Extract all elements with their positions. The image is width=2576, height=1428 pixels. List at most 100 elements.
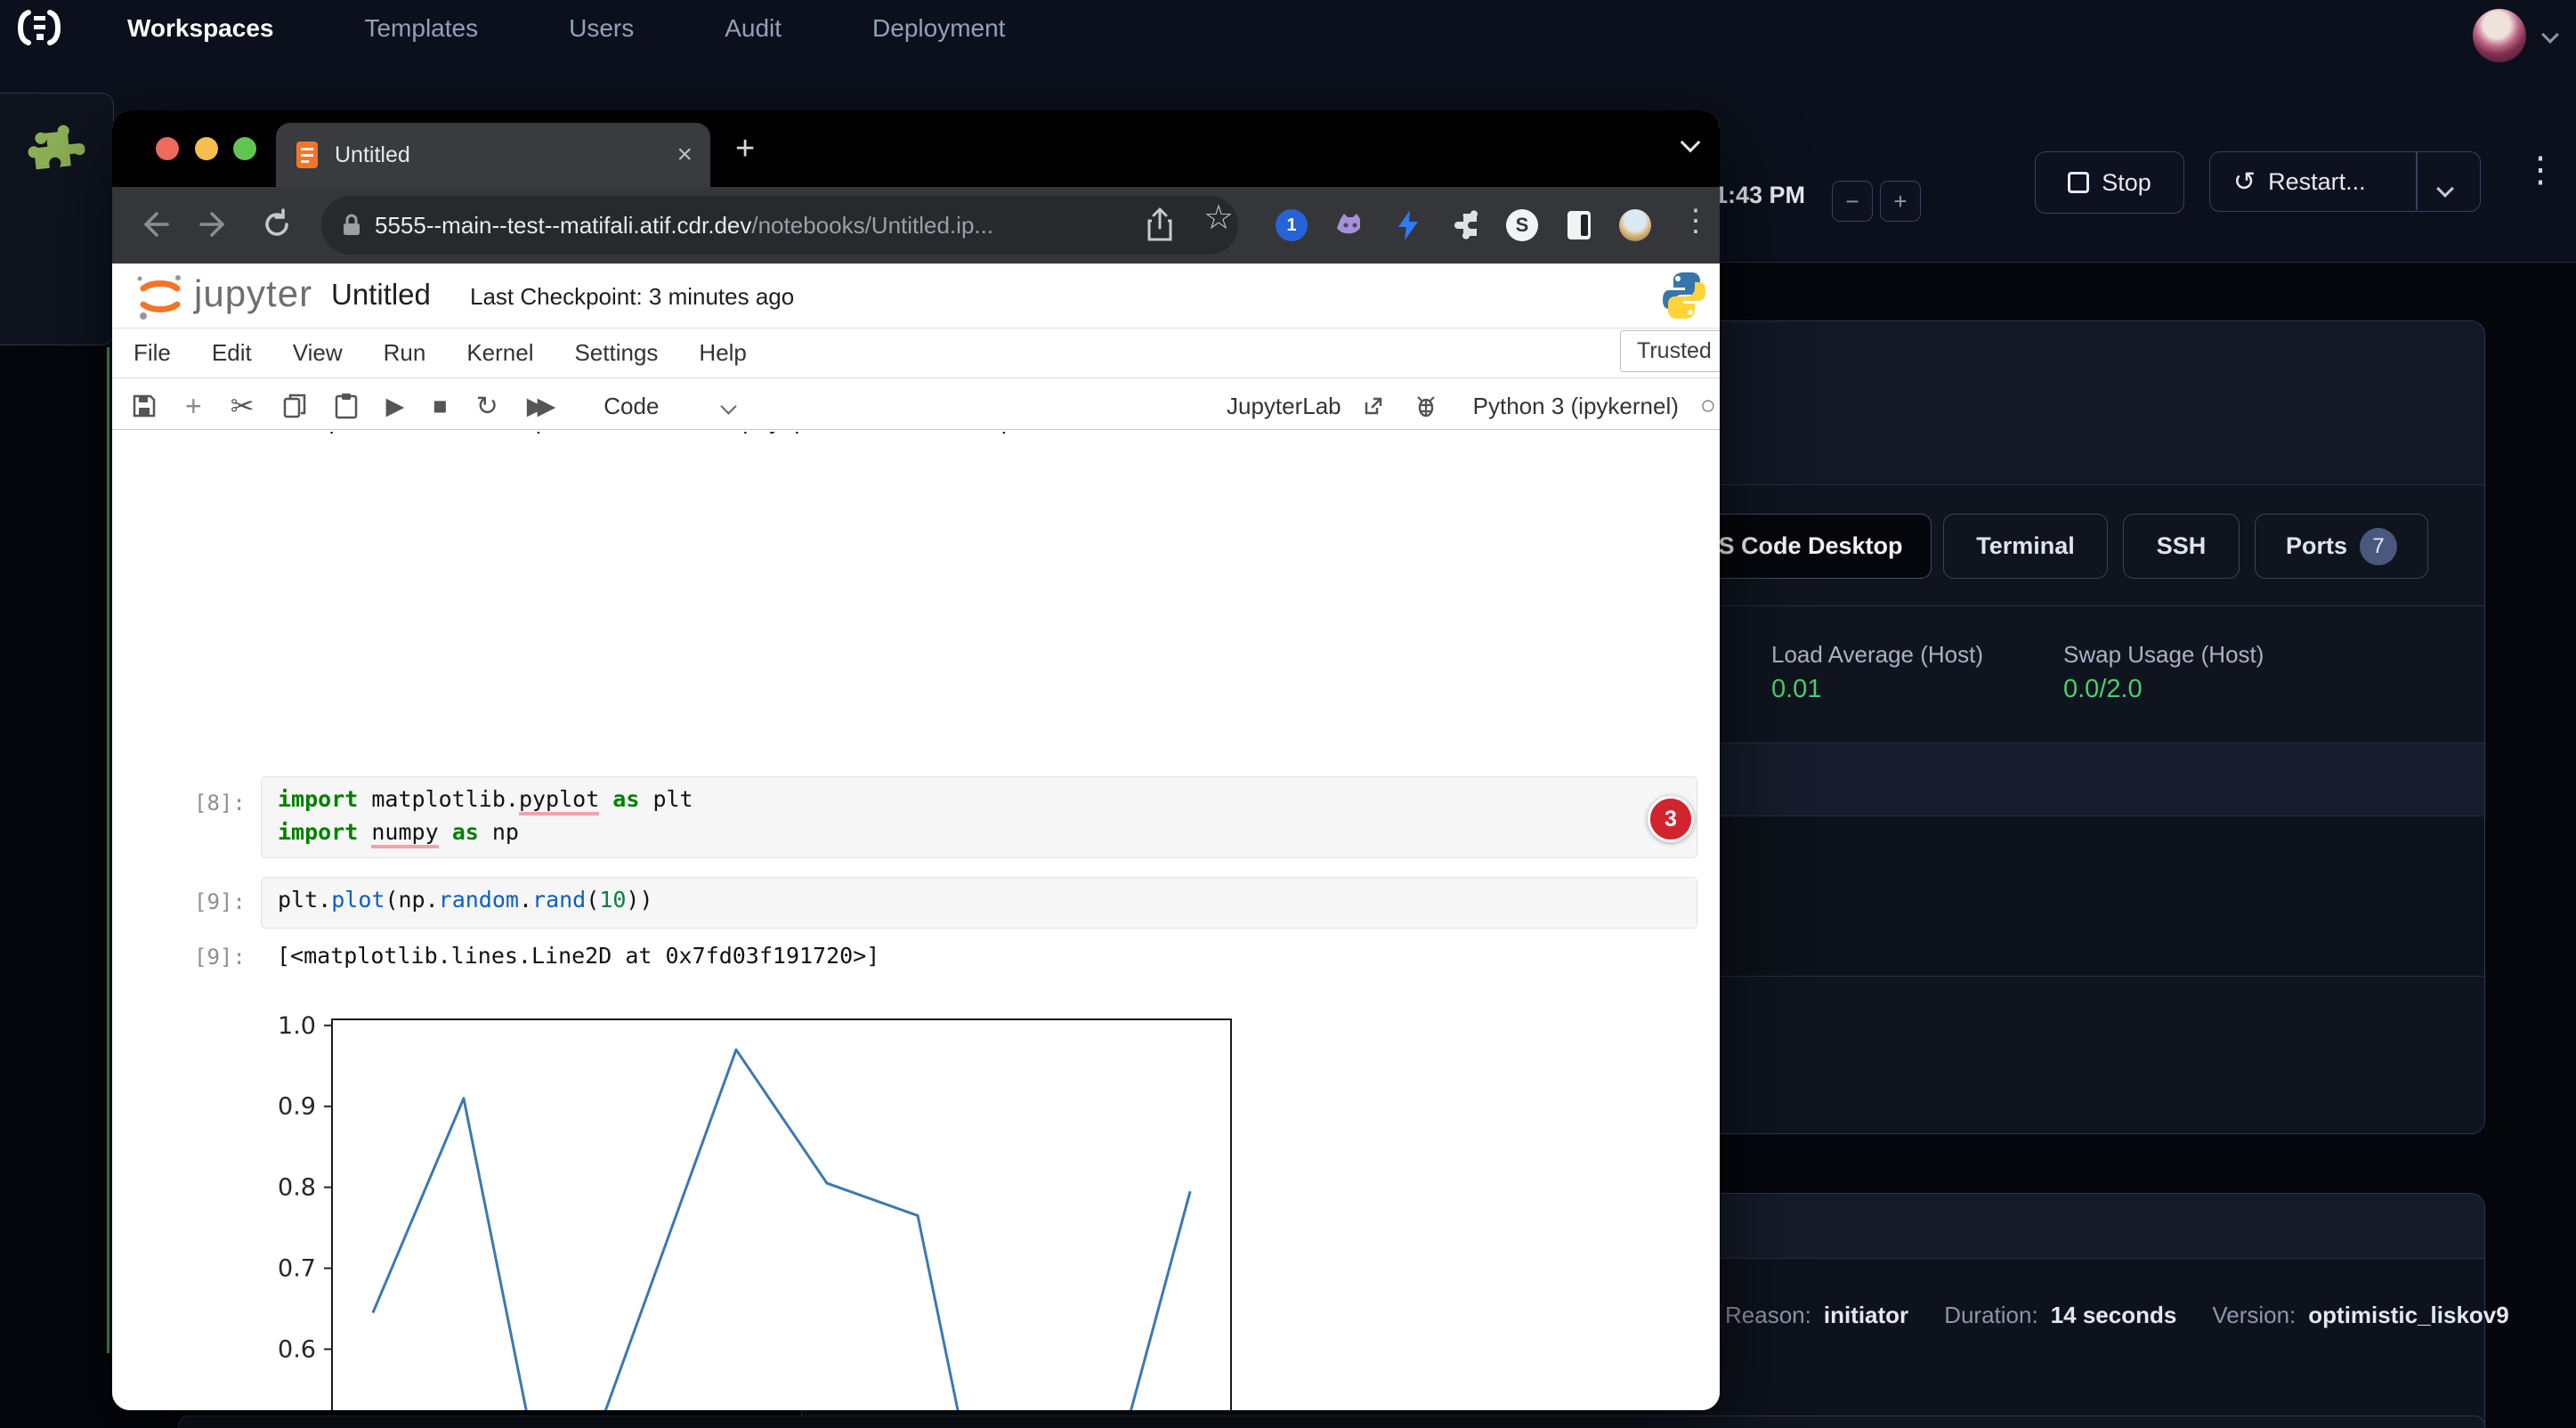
bookmark-star-icon[interactable]: ☆: [1203, 198, 1234, 238]
nav-item-deployment[interactable]: Deployment: [872, 14, 1005, 43]
stop-label: Stop: [2102, 169, 2151, 197]
restart-kernel-icon[interactable]: ↻: [476, 391, 498, 422]
run-cell-icon[interactable]: ▶: [386, 393, 405, 420]
stop-icon: [2068, 172, 2089, 193]
close-window-button[interactable]: [156, 137, 179, 160]
restart-run-all-icon[interactable]: ▶▶: [527, 393, 556, 420]
interrupt-kernel-icon[interactable]: ■: [433, 393, 447, 420]
restart-icon: ↻: [2233, 166, 2256, 198]
menu-kernel[interactable]: Kernel: [466, 339, 533, 367]
browser-tab-strip: Untitled × +: [112, 110, 1720, 187]
url-host: 5555--main--test--matifali.atif.cdr.dev: [375, 212, 751, 239]
reload-button[interactable]: [257, 205, 296, 248]
coder-logo[interactable]: [16, 7, 62, 48]
menu-file[interactable]: File: [134, 339, 171, 367]
kernel-name[interactable]: Python 3 (ipykernel): [1473, 393, 1679, 420]
back-button[interactable]: [135, 205, 171, 248]
menu-run[interactable]: Run: [384, 339, 426, 367]
build-reason-label: Reason:: [1725, 1302, 1811, 1329]
avatar-chevron-down-icon[interactable]: [2544, 28, 2556, 45]
cell-type-chevron-icon[interactable]: [721, 398, 737, 414]
notebook-content: import matplotlib.pyplot as plt [8]: imp…: [112, 430, 1720, 1410]
share-icon[interactable]: [1145, 207, 1175, 248]
clipped-scrolled-code-line: import matplotlib.pyplot as plt: [277, 432, 1612, 442]
onepassword-extension-icon[interactable]: 1: [1275, 208, 1308, 242]
browser-kebab-menu[interactable]: ⋮: [1681, 203, 1711, 239]
s-circle-extension-icon[interactable]: S: [1505, 208, 1539, 242]
trusted-button[interactable]: Trusted: [1620, 330, 1720, 372]
save-icon[interactable]: [132, 394, 157, 418]
stop-workspace-button[interactable]: Stop: [2035, 151, 2184, 214]
browser-profile-avatar[interactable]: [1618, 208, 1652, 242]
restart-workspace-button[interactable]: ↻ Restart...: [2209, 151, 2481, 212]
puzzle-template-icon: [20, 122, 89, 191]
cell8-line1: import matplotlib.pyplot as plt: [278, 786, 693, 812]
cell9-output-prompt: [9]:: [194, 945, 246, 970]
cell9-input[interactable]: plt.plot(np.random.rand(10)): [261, 877, 1697, 929]
nav-item-users[interactable]: Users: [569, 14, 634, 43]
github-cat-extension-icon[interactable]: [1333, 208, 1367, 242]
svg-text:1.0: 1.0: [278, 1012, 316, 1040]
menu-help[interactable]: Help: [699, 339, 746, 367]
build-reason-value: initiator: [1824, 1302, 1908, 1329]
menu-settings[interactable]: Settings: [574, 339, 658, 367]
notification-count-badge[interactable]: 3: [1648, 796, 1694, 842]
external-link-icon[interactable]: [1363, 395, 1384, 417]
tab-search-chevron-icon[interactable]: [1683, 135, 1697, 154]
sidebar-extension-icon[interactable]: [1562, 208, 1596, 242]
cell9-line: plt.plot(np.random.rand(10)): [278, 887, 653, 913]
build-version-label: Version:: [2212, 1302, 2296, 1329]
browser-window: Untitled × + 5555--main--test--m: [112, 110, 1720, 1410]
schedule-decrease-button[interactable]: −: [1832, 181, 1873, 222]
url-omnibox[interactable]: 5555--main--test--matifali.atif.cdr.dev/…: [321, 196, 1238, 255]
cell8-line2: import numpy as np: [278, 819, 519, 845]
ssh-button[interactable]: SSH: [2123, 514, 2240, 579]
workspace-kebab-menu[interactable]: ⋮: [2523, 150, 2558, 191]
cell8-prompt: [8]:: [194, 791, 246, 815]
jupyter-logo-icon: [135, 271, 185, 322]
forward-button[interactable]: [198, 205, 233, 248]
jupyter-brand-text: jupyter: [194, 272, 312, 315]
svg-text:0.7: 0.7: [278, 1255, 316, 1283]
swap-usage-value: 0.0/2.0: [2063, 675, 2143, 704]
add-cell-icon[interactable]: +: [185, 390, 202, 423]
restart-split-divider: [2416, 152, 2418, 210]
jupyter-favicon: [294, 140, 320, 170]
menu-view[interactable]: View: [293, 339, 343, 367]
matplotlib-line-chart: 0.20.30.40.50.60.70.80.91.002468: [166, 1009, 1349, 1410]
browser-tab[interactable]: Untitled ×: [276, 123, 710, 187]
tab-close-icon[interactable]: ×: [676, 140, 693, 170]
svg-text:0.8: 0.8: [278, 1174, 316, 1202]
jupyterlab-link[interactable]: JupyterLab: [1227, 393, 1341, 420]
menu-edit[interactable]: Edit: [212, 339, 252, 367]
checkpoint-status: Last Checkpoint: 3 minutes ago: [470, 283, 794, 311]
jupyter-toolbar: + ✂ ▶ ■ ↻ ▶▶ Code JupyterLab Python 3 (i…: [112, 377, 1720, 430]
nav-item-templates[interactable]: Templates: [364, 14, 478, 43]
maximize-window-button[interactable]: [233, 137, 256, 160]
bolt-extension-icon[interactable]: [1391, 208, 1425, 242]
nav-item-audit[interactable]: Audit: [725, 14, 782, 43]
nav-item-workspaces[interactable]: Workspaces: [127, 14, 273, 43]
paste-cell-icon[interactable]: [335, 393, 358, 419]
cell8-input[interactable]: import matplotlib.pyplot as plt import n…: [261, 776, 1697, 858]
svg-text:0.9: 0.9: [278, 1093, 316, 1121]
cut-cell-icon[interactable]: ✂: [231, 389, 255, 423]
vscode-desktop-label: VS Code Desktop: [1702, 532, 1902, 560]
terminal-label: Terminal: [1976, 532, 2075, 560]
tab-title: Untitled: [335, 142, 676, 168]
new-tab-button[interactable]: +: [735, 130, 755, 168]
screen: Workspaces Templates Users Audit Deploym…: [0, 0, 2576, 1428]
user-avatar[interactable]: [2473, 9, 2526, 62]
terminal-button[interactable]: Terminal: [1943, 514, 2108, 579]
debugger-bug-icon[interactable]: [1414, 394, 1438, 418]
copy-cell-icon[interactable]: [283, 394, 306, 418]
extensions-puzzle-icon[interactable]: [1450, 208, 1484, 242]
cell-type-dropdown[interactable]: Code: [603, 393, 659, 420]
build-version-value: optimistic_liskov9: [2308, 1302, 2508, 1329]
schedule-increase-button[interactable]: +: [1880, 181, 1921, 222]
ports-button[interactable]: Ports 7: [2255, 514, 2428, 579]
minimize-window-button[interactable]: [195, 137, 218, 160]
browser-toolbar: 5555--main--test--matifali.atif.cdr.dev/…: [112, 187, 1720, 264]
restart-options-chevron-icon[interactable]: [2439, 174, 2451, 201]
notebook-title[interactable]: Untitled: [331, 278, 431, 312]
